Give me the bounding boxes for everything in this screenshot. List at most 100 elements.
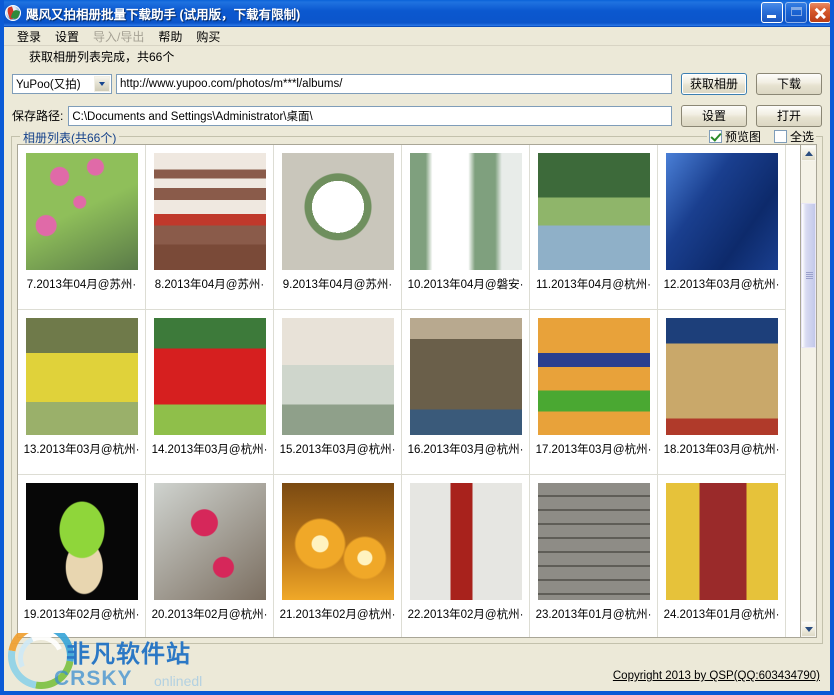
checkbox-icon-preview[interactable]	[709, 130, 722, 143]
download-button[interactable]: 下载	[756, 73, 822, 95]
album-cell[interactable]: 23.2013年01月@杭州·	[530, 475, 658, 638]
album-cell[interactable]: 21.2013年02月@杭州·	[274, 475, 402, 638]
album-cell[interactable]: 18.2013年03月@杭州·	[658, 310, 786, 475]
album-cell[interactable]: 11.2013年04月@杭州·	[530, 145, 658, 310]
client-area: 登录 设置 导入/导出 帮助 购买 获取相册列表完成，共66个 YuPoo(又拍…	[4, 27, 830, 691]
title-bar: 飓风又拍相册批量下载助手 (试用版，下载有限制)	[0, 0, 834, 27]
album-cell[interactable]: 10.2013年04月@磐安·	[402, 145, 530, 310]
album-label: 19.2013年02月@杭州·	[20, 608, 144, 622]
album-thumbnail[interactable]	[26, 483, 138, 600]
preview-checkbox-label: 预览图	[725, 128, 761, 145]
album-thumbnail[interactable]	[154, 153, 266, 270]
menu-item-login[interactable]: 登录	[10, 27, 48, 46]
scrollbar-thumb[interactable]	[801, 203, 816, 348]
album-thumbnail[interactable]	[410, 318, 522, 435]
album-thumbnail[interactable]	[26, 153, 138, 270]
album-label: 17.2013年03月@杭州·	[532, 443, 656, 457]
album-cell[interactable]: 13.2013年03月@杭州·	[18, 310, 146, 475]
album-thumbnail[interactable]	[538, 483, 650, 600]
footer-bar: Copyright 2013 by QSP(QQ:603434790)	[4, 661, 830, 691]
album-cell[interactable]: 15.2013年03月@杭州·	[274, 310, 402, 475]
album-label: 10.2013年04月@磐安·	[404, 278, 528, 292]
album-label: 15.2013年03月@杭州·	[276, 443, 400, 457]
album-cell[interactable]: 17.2013年03月@杭州·	[530, 310, 658, 475]
album-thumbnail[interactable]	[26, 318, 138, 435]
select-all-checkbox-label: 全选	[790, 128, 814, 145]
album-label: 24.2013年01月@杭州·	[660, 608, 784, 622]
fetch-albums-button[interactable]: 获取相册	[681, 73, 747, 95]
menu-bar: 登录 设置 导入/导出 帮助 购买	[4, 27, 830, 46]
menu-item-buy[interactable]: 购买	[189, 27, 227, 46]
album-thumbnail[interactable]	[282, 318, 394, 435]
preview-checkbox[interactable]: 预览图	[709, 128, 761, 145]
album-thumbnail[interactable]	[410, 483, 522, 600]
site-select[interactable]: YuPoo(又拍)	[12, 74, 112, 94]
scroll-down-button[interactable]	[801, 621, 816, 637]
save-path-row: 保存路径: C:\Documents and Settings\Administ…	[4, 101, 830, 130]
album-cell[interactable]: 24.2013年01月@杭州·	[658, 475, 786, 638]
album-label: 20.2013年02月@杭州·	[148, 608, 272, 622]
album-label: 21.2013年02月@杭州·	[276, 608, 400, 622]
album-thumbnail-list[interactable]: 7.2013年04月@苏州· 8.2013年04月@苏州· 9.2013年04月@苏…	[17, 144, 803, 638]
settings-button[interactable]: 设置	[681, 105, 747, 127]
scrollbar-grip	[806, 272, 813, 280]
save-path-label: 保存路径:	[12, 107, 63, 124]
open-folder-button[interactable]: 打开	[756, 105, 822, 127]
album-cell[interactable]: 19.2013年02月@杭州·	[18, 475, 146, 638]
album-thumbnail[interactable]	[538, 153, 650, 270]
album-thumbnail[interactable]	[410, 153, 522, 270]
copyright-link[interactable]: Copyright 2013 by QSP(QQ:603434790)	[613, 670, 820, 682]
album-list-group: 相册列表(共66个) 预览图 全选 7.2013年04月@苏州·8.2013年0…	[11, 136, 823, 644]
scroll-up-button[interactable]	[801, 145, 816, 161]
maximize-button[interactable]	[785, 2, 807, 23]
album-label: 9.2013年04月@苏州·	[276, 278, 400, 292]
album-list-scrollbar[interactable]	[800, 144, 817, 638]
window-title: 飓风又拍相册批量下载助手 (试用版，下载有限制)	[26, 4, 300, 23]
album-thumbnail[interactable]	[154, 483, 266, 600]
close-button[interactable]	[809, 2, 831, 23]
album-thumbnail[interactable]	[282, 153, 394, 270]
album-label: 23.2013年01月@杭州·	[532, 608, 656, 622]
chevron-down-icon[interactable]	[94, 76, 110, 92]
minimize-button[interactable]	[761, 2, 783, 23]
album-label: 14.2013年03月@杭州·	[148, 443, 272, 457]
album-thumbnail[interactable]	[538, 318, 650, 435]
menu-item-help[interactable]: 帮助	[151, 27, 189, 46]
album-list-options: 预览图 全选	[707, 128, 816, 145]
album-label: 12.2013年03月@杭州·	[660, 278, 784, 292]
checkbox-icon-select-all[interactable]	[774, 130, 787, 143]
album-thumbnail[interactable]	[282, 483, 394, 600]
album-cell[interactable]: 20.2013年02月@杭州·	[146, 475, 274, 638]
site-select-value: YuPoo(又拍)	[16, 76, 81, 92]
select-all-checkbox[interactable]: 全选	[774, 128, 814, 145]
album-label: 7.2013年04月@苏州·	[20, 278, 144, 292]
url-input[interactable]: http://www.yupoo.com/photos/m***l/albums…	[116, 74, 672, 94]
album-label: 13.2013年03月@杭州·	[20, 443, 144, 457]
menu-item-settings[interactable]: 设置	[48, 27, 86, 46]
menu-item-import-export: 导入/导出	[86, 27, 151, 46]
application-window: 飓风又拍相册批量下载助手 (试用版，下载有限制) 登录 设置 导入/导出 帮助 …	[0, 0, 834, 695]
album-cell[interactable]: 7.2013年04月@苏州·	[18, 145, 146, 310]
album-cell[interactable]: 22.2013年02月@杭州·	[402, 475, 530, 638]
album-label: 22.2013年02月@杭州·	[404, 608, 528, 622]
app-icon	[5, 5, 21, 21]
url-row: YuPoo(又拍) http://www.yupoo.com/photos/m*…	[4, 69, 830, 98]
album-label: 18.2013年03月@杭州·	[660, 443, 784, 457]
album-cell[interactable]: 12.2013年03月@杭州·	[658, 145, 786, 310]
window-controls	[761, 2, 831, 23]
scrollbar-track[interactable]	[801, 161, 816, 621]
status-message: 获取相册列表完成，共66个	[4, 46, 830, 66]
album-thumbnail[interactable]	[154, 318, 266, 435]
album-cell[interactable]: 9.2013年04月@苏州·	[274, 145, 402, 310]
album-cell[interactable]: 8.2013年04月@苏州·	[146, 145, 274, 310]
album-grid: 7.2013年04月@苏州· 8.2013年04月@苏州· 9.2013年04月@苏…	[18, 145, 786, 638]
album-cell[interactable]: 14.2013年03月@杭州·	[146, 310, 274, 475]
album-label: 11.2013年04月@杭州·	[532, 278, 656, 292]
album-thumbnail[interactable]	[666, 483, 778, 600]
save-path-input[interactable]: C:\Documents and Settings\Administrator\…	[68, 106, 672, 126]
album-thumbnail[interactable]	[666, 153, 778, 270]
album-label: 16.2013年03月@杭州·	[404, 443, 528, 457]
album-cell[interactable]: 16.2013年03月@杭州·	[402, 310, 530, 475]
album-thumbnail[interactable]	[666, 318, 778, 435]
album-label: 8.2013年04月@苏州·	[148, 278, 272, 292]
